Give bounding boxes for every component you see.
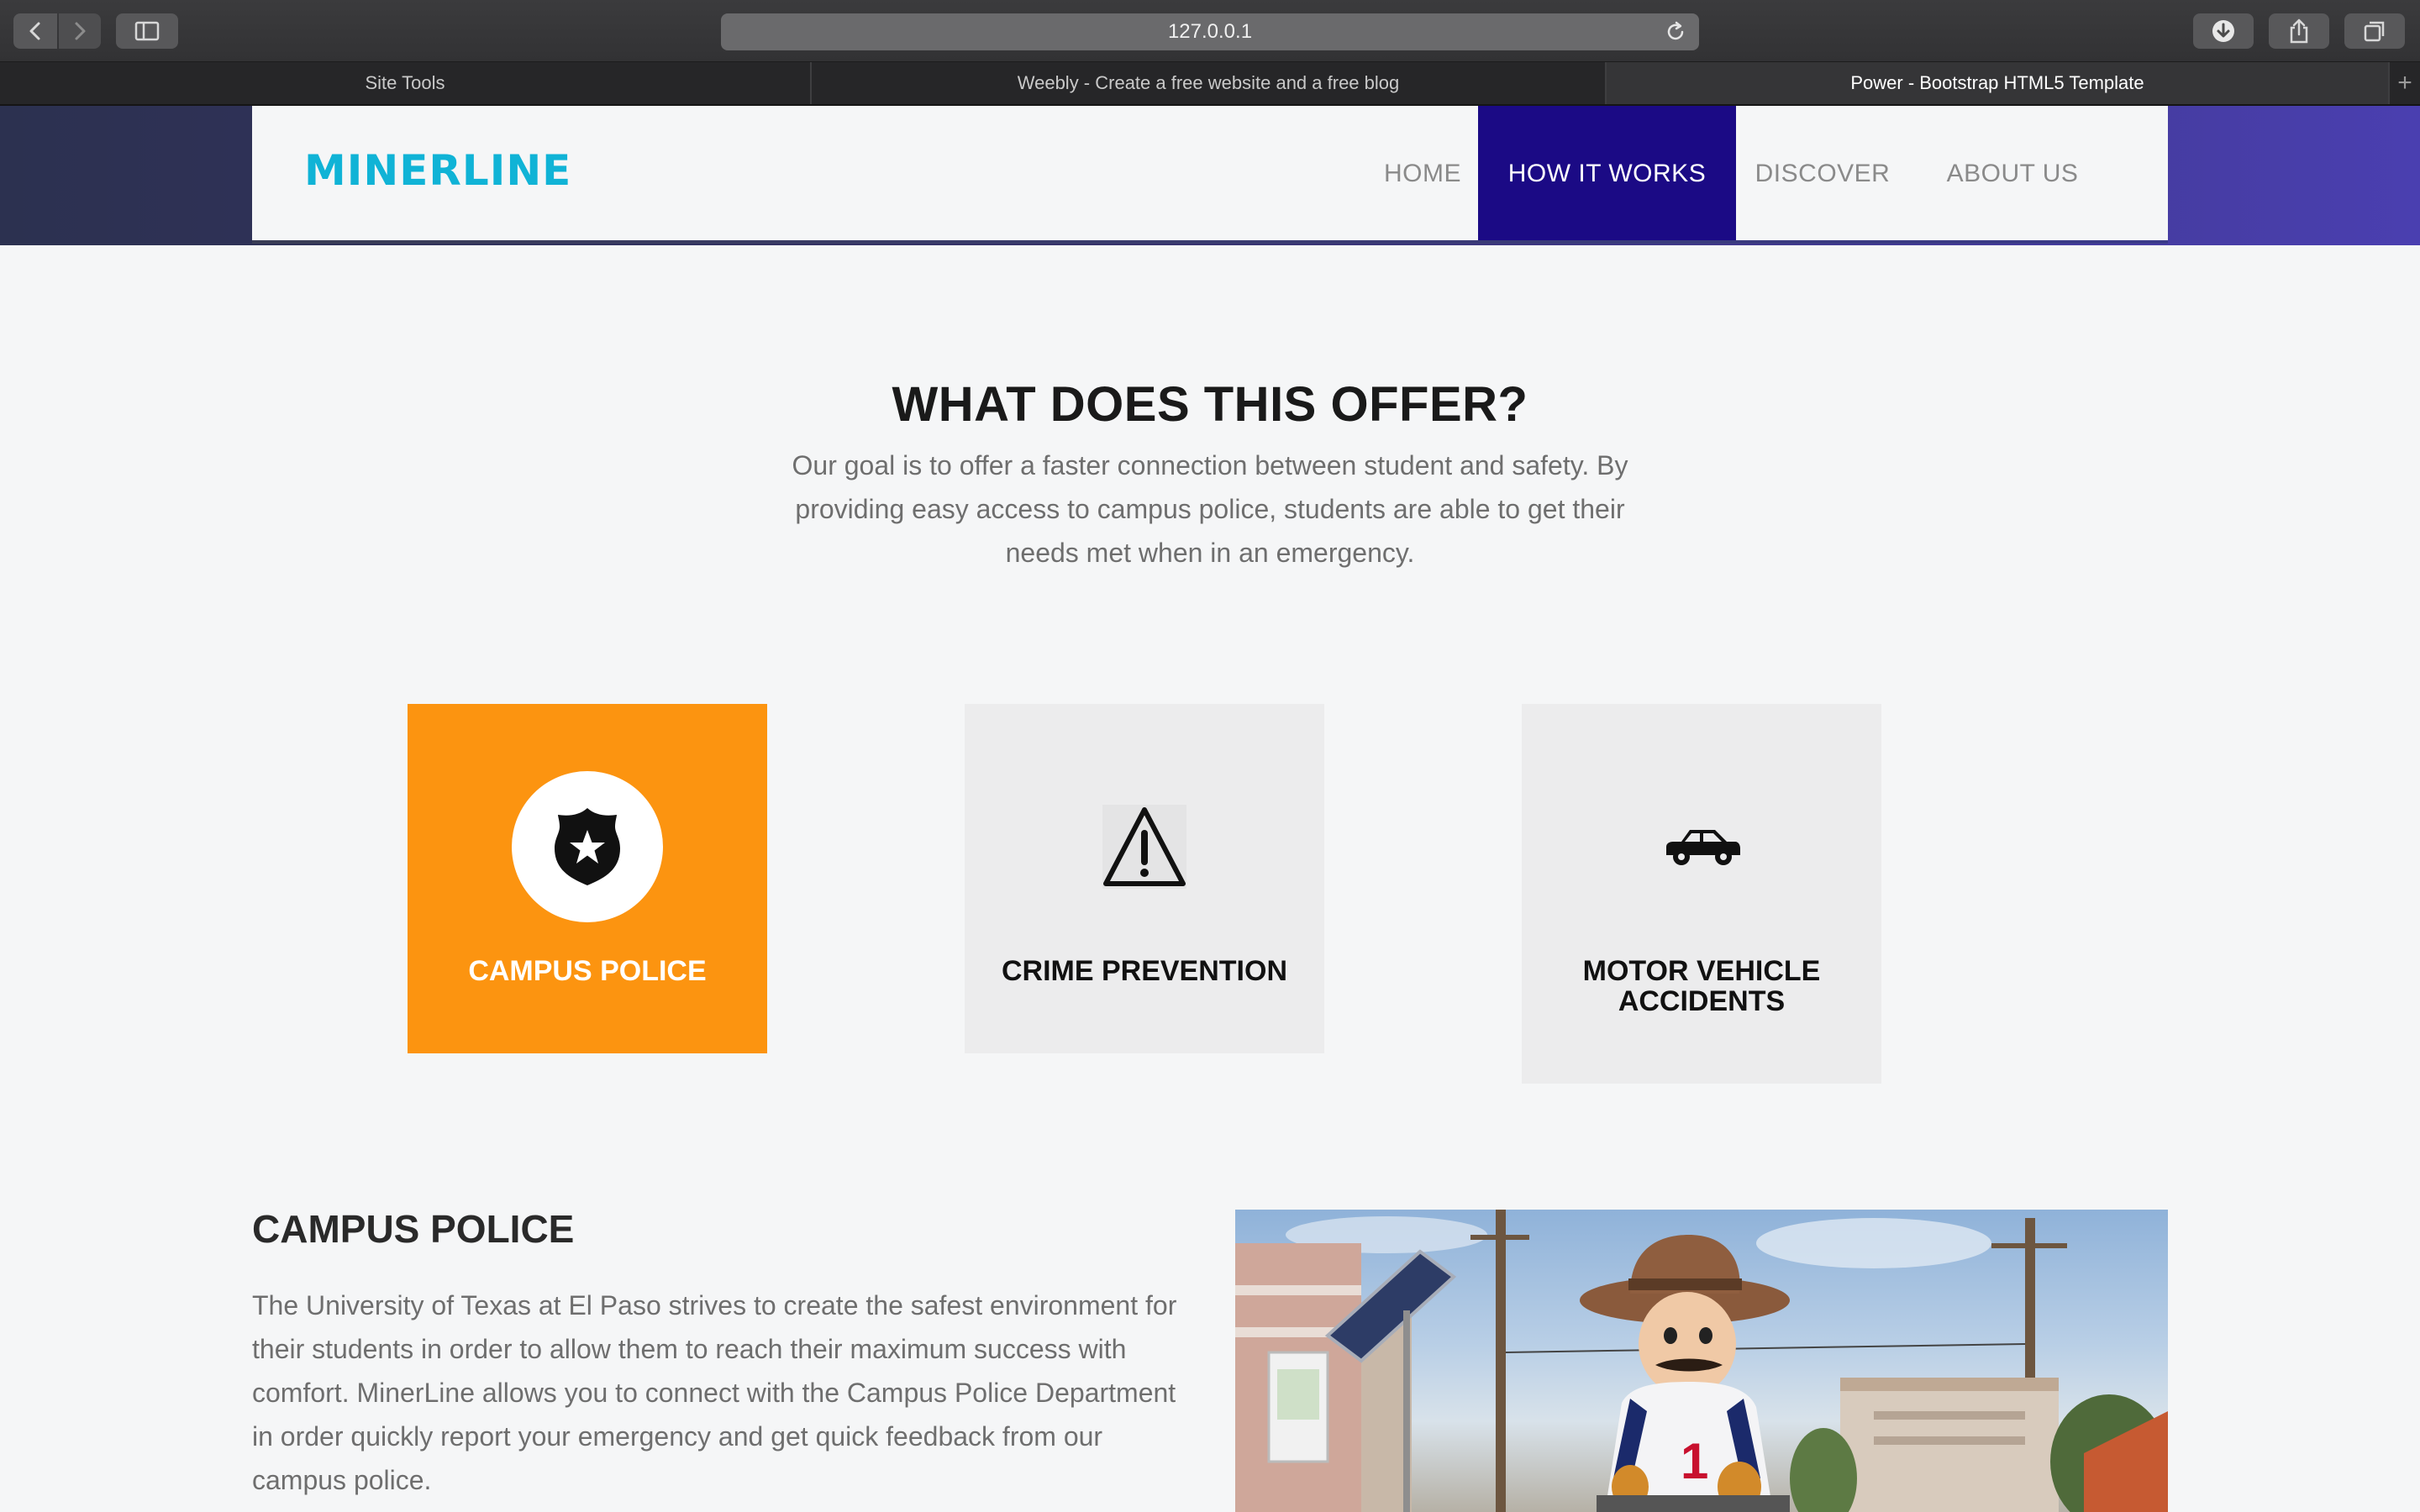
card-label: MOTOR VEHICLE ACCIDENTS (1582, 955, 1821, 1017)
url-text: 127.0.0.1 (1167, 20, 1253, 43)
site-navbar: MINERLINE HOME HOW IT WORKS DISCOVER ABO… (252, 106, 2168, 242)
tab-overview-button[interactable] (2344, 13, 2405, 49)
offer-title: WHAT DOES THIS OFFER? (892, 377, 1528, 432)
tab-overview-icon (2364, 21, 2385, 42)
tab-strip: Site Tools Weebly - Create a free websit… (0, 62, 2420, 106)
offer-description: Our goal is to offer a faster connection… (792, 450, 1628, 568)
warning-triangle-icon (1102, 805, 1186, 889)
card-icon-area (1626, 771, 1777, 922)
card-icon-area (1069, 771, 1220, 922)
sidebar-icon (134, 21, 160, 41)
site-logo[interactable]: MINERLINE (304, 146, 571, 195)
sidebar-toggle-button[interactable] (116, 13, 178, 49)
card-crime-prevention[interactable]: CRIME PREVENTION (965, 704, 1324, 1053)
police-badge-icon (555, 808, 620, 885)
downloads-button[interactable] (2193, 13, 2254, 49)
tab-weebly[interactable]: Weebly - Create a free website and a fre… (812, 62, 1607, 104)
nav-about-us[interactable]: ABOUT US (1909, 106, 2116, 242)
card-motor-vehicle-accidents[interactable]: MOTOR VEHICLE ACCIDENTS (1522, 704, 1881, 1084)
reload-icon[interactable] (1664, 20, 1687, 44)
share-icon (2290, 18, 2308, 44)
campus-mascot-photo: 1 (1235, 1210, 2168, 1512)
address-bar[interactable]: 127.0.0.1 (721, 13, 1699, 50)
browser-toolbar: 127.0.0.1 (0, 0, 2420, 62)
forward-button[interactable] (59, 13, 101, 49)
nav-home[interactable]: HOME (1349, 106, 1496, 242)
tab-label: Power - Bootstrap HTML5 Template (1850, 72, 2144, 93)
tab-label: Site Tools (365, 72, 445, 93)
mascot-photo-illustration: 1 (1235, 1210, 2168, 1512)
card-label: CAMPUS POLICE (468, 955, 707, 987)
new-tab-button[interactable]: + (2390, 62, 2420, 104)
svg-text:1: 1 (1681, 1433, 1708, 1489)
navbar-divider (252, 240, 2168, 244)
card-label: CRIME PREVENTION (1001, 955, 1288, 987)
tab-label: Weebly - Create a free website and a fre… (1017, 72, 1400, 93)
back-button[interactable] (13, 13, 57, 49)
tab-power-template[interactable]: Power - Bootstrap HTML5 Template (1607, 62, 2390, 104)
share-button[interactable] (2269, 13, 2329, 49)
chevron-left-icon (29, 22, 40, 40)
plus-icon: + (2397, 69, 2412, 97)
download-icon (2212, 20, 2234, 42)
campus-police-description: The University of Texas at El Paso striv… (252, 1290, 1177, 1495)
nav-how-it-works[interactable]: HOW IT WORKS (1478, 106, 1736, 242)
tab-site-tools[interactable]: Site Tools (0, 62, 812, 104)
nav-discover[interactable]: DISCOVER (1736, 106, 1909, 242)
campus-police-heading: CAMPUS POLICE (252, 1207, 575, 1251)
card-icon-circle (512, 771, 663, 922)
car-icon (1666, 830, 1740, 865)
card-campus-police[interactable]: CAMPUS POLICE (408, 704, 767, 1053)
chevron-right-icon (75, 22, 86, 40)
